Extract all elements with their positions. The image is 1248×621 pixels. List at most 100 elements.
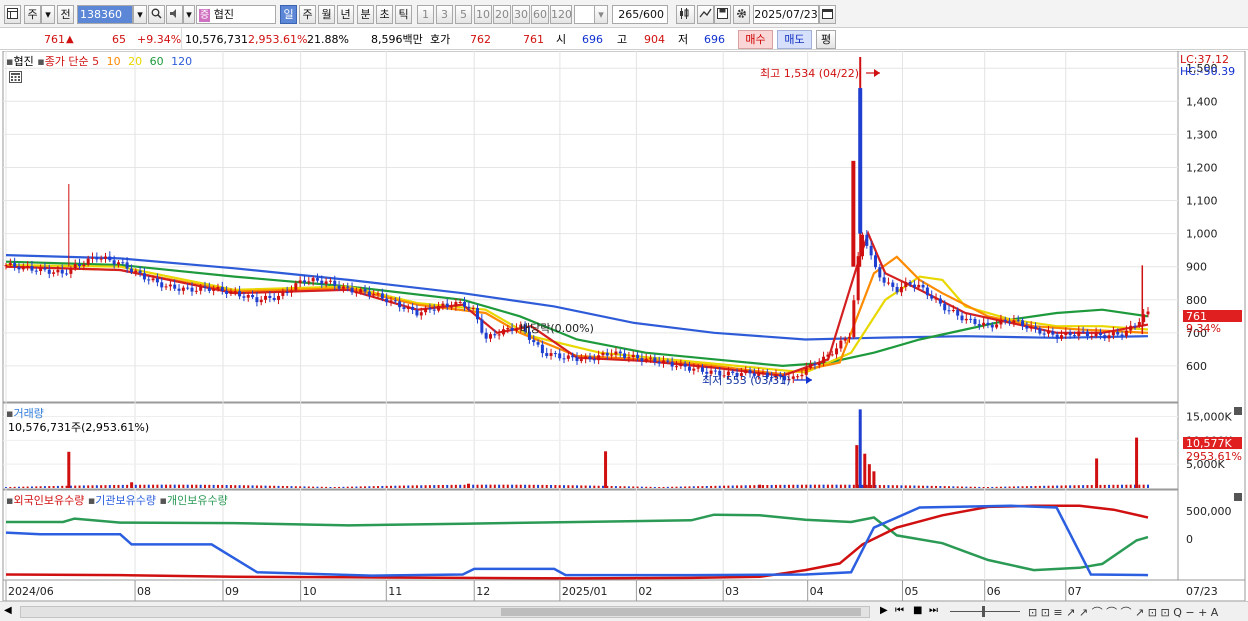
volume-bar <box>299 486 302 488</box>
holdings-pane-close-icon[interactable] <box>1234 493 1242 501</box>
minute-5[interactable]: 5 <box>455 5 472 24</box>
eval-button[interactable]: 평 <box>816 30 836 49</box>
candle-body <box>21 266 25 270</box>
scroll-left-icon[interactable]: ◀ <box>4 605 12 616</box>
candle-body <box>181 287 185 291</box>
volume-spike <box>863 453 867 488</box>
bar-count: 265 <box>618 8 640 21</box>
prev-button[interactable]: 전 <box>57 5 74 24</box>
volume-pane-close-icon[interactable] <box>1234 407 1242 415</box>
candle-type-icon[interactable] <box>676 5 695 24</box>
speaker-icon[interactable] <box>166 5 183 24</box>
volume-bar <box>43 486 46 488</box>
minute-3[interactable]: 3 <box>436 5 453 24</box>
scroll-thumb[interactable] <box>501 608 861 616</box>
candle-body <box>597 355 601 361</box>
volume-bar <box>753 485 756 488</box>
search-icon[interactable] <box>148 5 165 24</box>
stock-code-input[interactable]: 138360 <box>77 5 133 24</box>
volume-bar <box>658 487 661 488</box>
custom-interval-dropdown[interactable]: ▾ <box>594 5 608 24</box>
candle-body <box>13 263 17 267</box>
candle-body <box>302 280 306 283</box>
candle-body <box>1047 331 1051 334</box>
candle-body <box>380 293 384 299</box>
buy-button[interactable]: 매수 <box>738 30 773 49</box>
volume-bar <box>329 486 332 488</box>
interval-year[interactable]: 년 <box>337 5 354 24</box>
stock-code-dropdown[interactable]: ▾ <box>133 5 147 24</box>
candle-body <box>138 270 142 274</box>
play-icon[interactable]: ⏭ <box>929 605 938 616</box>
minute-120[interactable]: 120 <box>550 5 572 24</box>
interval-minute[interactable]: 분 <box>357 5 374 24</box>
volume-bar <box>701 486 704 488</box>
candle-body <box>398 301 402 308</box>
candle-body <box>30 266 34 271</box>
candle-body <box>484 332 488 339</box>
candle-body <box>147 279 151 281</box>
speaker-dropdown[interactable]: ▾ <box>183 5 195 24</box>
calendar-icon[interactable] <box>819 5 836 24</box>
volume-bar <box>844 484 847 488</box>
interval-month[interactable]: 월 <box>318 5 335 24</box>
zoom-slider-thumb[interactable] <box>982 606 985 617</box>
x-axis-label: 03 <box>725 585 739 598</box>
candle-body <box>99 258 103 260</box>
volume-bar <box>960 486 963 488</box>
volume-bar <box>588 485 591 488</box>
interval-second[interactable]: 초 <box>376 5 393 24</box>
high-label: 고 <box>617 33 628 46</box>
interval-day[interactable]: 일 <box>280 5 297 24</box>
date-field[interactable]: 2025/07/23 <box>753 5 819 24</box>
volume-bar <box>303 486 306 488</box>
stock-badge: 증 <box>199 9 211 22</box>
layout-icon[interactable] <box>4 5 21 24</box>
candle-body <box>623 353 627 359</box>
minute-60[interactable]: 60 <box>531 5 549 24</box>
candle-body <box>402 307 406 309</box>
gear-icon[interactable] <box>733 5 750 24</box>
candle-body <box>1025 325 1029 329</box>
volume-bar <box>286 486 289 488</box>
volume-spike <box>872 471 876 488</box>
stock-name-field[interactable]: 증 협진 <box>196 5 276 24</box>
period-mode-button[interactable]: 주 <box>24 5 41 24</box>
interval-week[interactable]: 주 <box>299 5 316 24</box>
candle-body <box>679 363 683 367</box>
trend-tool-icon[interactable] <box>697 5 714 24</box>
calculator-icon[interactable] <box>9 71 22 83</box>
chart-scrollbar[interactable]: ◀ ▶ ⏮ ■ ⏭ ⊡ ⊡ ≡ ↗ ↗ ⌒ ⌒ ⌒ ↗ ⊡ ⊡ Q − + A <box>0 601 1248 621</box>
save-icon[interactable] <box>714 5 731 24</box>
volume-bar <box>978 486 981 488</box>
minute-1[interactable]: 1 <box>417 5 434 24</box>
volume-bar <box>238 485 241 488</box>
volume-bar <box>809 484 812 488</box>
volume-bar <box>95 485 98 488</box>
volume-bar <box>17 486 20 488</box>
period-mode-dropdown[interactable]: ▾ <box>41 5 55 24</box>
scroll-right-icon[interactable]: ▶ <box>880 605 888 616</box>
minute-30[interactable]: 30 <box>512 5 530 24</box>
minute-10[interactable]: 10 <box>474 5 492 24</box>
zoom-slider[interactable] <box>950 611 1020 612</box>
minute-20[interactable]: 20 <box>493 5 511 24</box>
chart-canvas[interactable]: 1,5001,4001,3001,2001,1001,0009008007006… <box>0 50 1248 621</box>
volume-bar <box>723 485 726 488</box>
sell-button[interactable]: 매도 <box>777 30 812 49</box>
bar-count-field[interactable]: 265/600 <box>612 5 668 24</box>
candle-body <box>186 287 190 289</box>
legend-ma10: 10 <box>106 55 121 68</box>
ex-dividend-marker: 배당락(0.00%) <box>520 322 594 335</box>
candle-body <box>605 352 609 356</box>
volume-bar <box>684 486 687 488</box>
interval-tick[interactable]: 틱 <box>395 5 412 24</box>
volume-bar <box>662 486 665 488</box>
stop-icon[interactable]: ■ <box>913 605 922 616</box>
zoom-start-icon[interactable]: ⏮ <box>895 605 904 616</box>
scroll-track[interactable] <box>20 606 870 618</box>
volume-bar <box>407 485 410 488</box>
chart-area[interactable]: 1,500 1,400 1,300 1,200 1,100 1,000 900 800 700 6… <box>0 50 1248 621</box>
candle-body <box>277 295 281 300</box>
drawing-tools-icon[interactable]: ⊡ ⊡ ≡ ↗ ↗ ⌒ ⌒ ⌒ ↗ ⊡ ⊡ Q − + A <box>1028 604 1218 620</box>
